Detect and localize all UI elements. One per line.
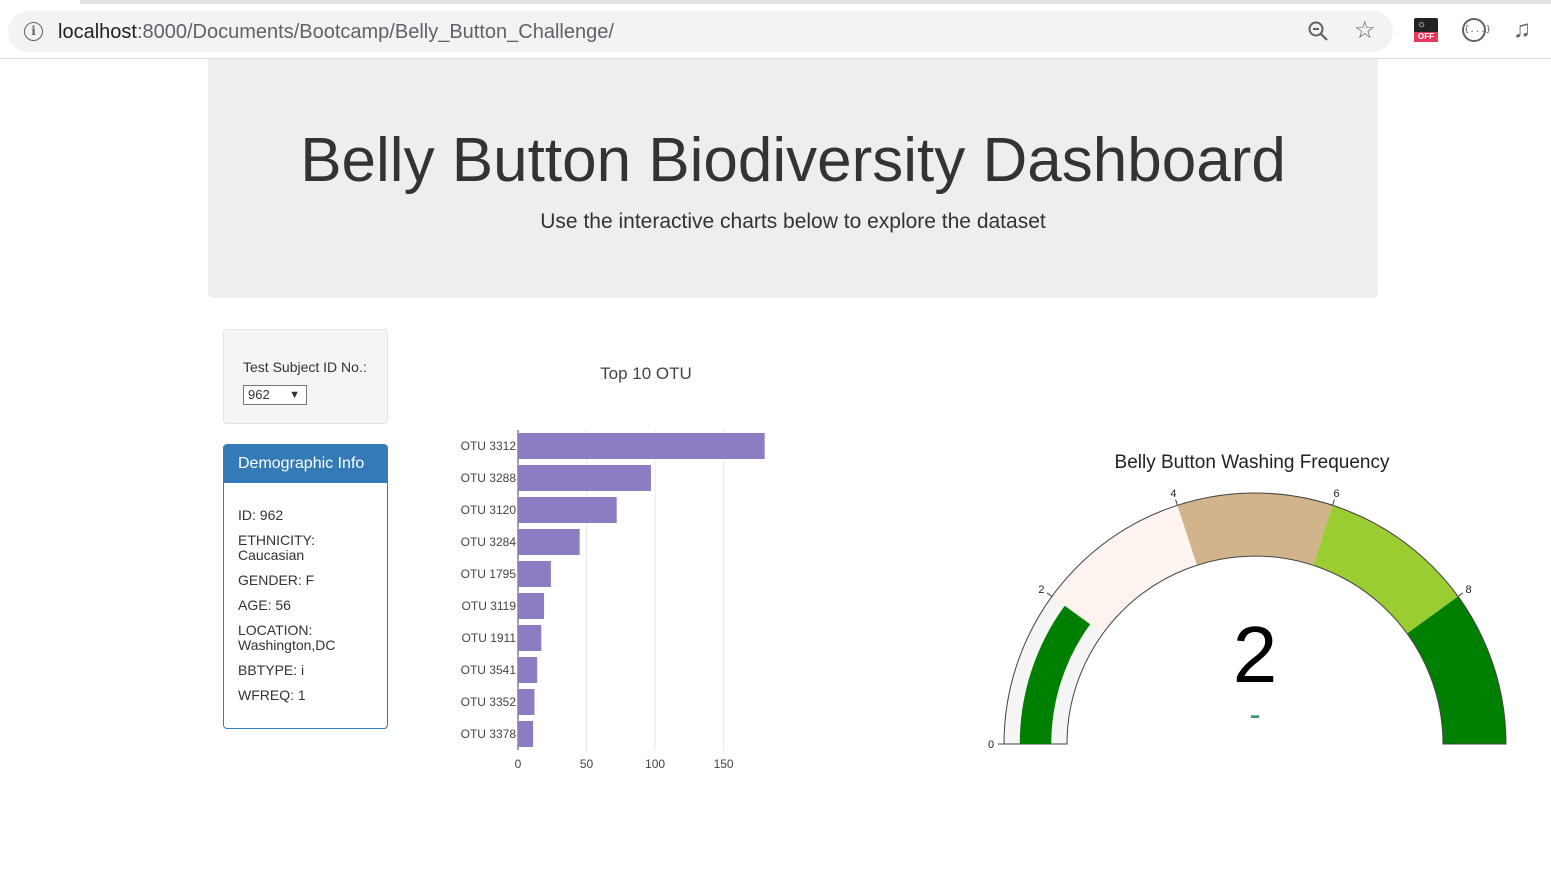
demographic-text: GENDER: F xyxy=(238,572,315,588)
bar xyxy=(518,465,651,491)
gauge-step xyxy=(1177,493,1333,566)
url-host: localhost xyxy=(58,21,137,43)
gauge-tick-label: 0 xyxy=(988,739,994,751)
off-badge: OFF xyxy=(1414,32,1438,42)
dropdown-arrow-icon[interactable]: ▼ xyxy=(289,386,300,404)
bar-category-label: OTU 3378 xyxy=(461,727,517,741)
browser-toolbar: i localhost:8000/Documents/Bootcamp/Bell… xyxy=(0,0,1551,59)
gauge-tick-label: 8 xyxy=(1466,584,1472,596)
demographic-row: BBTYPE: i xyxy=(238,663,387,678)
bar xyxy=(518,433,765,459)
bar xyxy=(518,529,580,555)
page-subtitle: Use the interactive charts below to expl… xyxy=(540,210,1046,233)
subject-selector-well: Test Subject ID No.: 962 ▼ xyxy=(223,329,388,424)
bar-category-label: OTU 3352 xyxy=(461,695,517,709)
gauge-title: Belly Button Washing Frequency xyxy=(1115,452,1390,473)
demographic-row: LOCATION: Washington,DC xyxy=(238,623,387,653)
site-info-icon[interactable]: i xyxy=(24,22,43,41)
jumbotron: Belly Button Biodiversity Dashboard Use … xyxy=(208,59,1378,298)
gauge-tick-label: 6 xyxy=(1334,488,1340,500)
sun-icon: ☼ xyxy=(1417,19,1427,30)
demographic-panel: Demographic Info ID: 962 ETHNICITY: Caucas… xyxy=(223,444,388,729)
bar-x-labels: 0 50 100 150 xyxy=(515,757,734,771)
demographic-row: WFREQ: 1 xyxy=(238,688,387,703)
bar xyxy=(518,561,551,587)
bar-y-labels: OTU 3312 OTU 3288 OTU 3120 OTU 3284 OTU 1795… xyxy=(461,439,517,741)
extension-json-icon[interactable]: {...} xyxy=(1462,18,1491,42)
url-path: :8000/Documents/Bootcamp/Belly_Button_Ch… xyxy=(136,21,614,43)
gauge-tick xyxy=(1457,592,1464,597)
bar xyxy=(518,689,535,715)
gauge-tick-label: 2 xyxy=(1038,584,1044,596)
demographic-text: ID: 962 xyxy=(238,507,284,523)
demographic-text: Caucasian xyxy=(238,547,305,563)
demographic-text: ETHNICITY: xyxy=(238,532,316,548)
bar-category-label: OTU 3312 xyxy=(461,439,517,453)
zoom-icon[interactable] xyxy=(1306,19,1330,43)
gauge-delta: - xyxy=(1249,696,1260,734)
gauge-tick xyxy=(1332,499,1335,506)
bar xyxy=(518,593,545,619)
bar-category-label: OTU 3541 xyxy=(461,663,517,677)
demographic-text: BBTYPE: i xyxy=(238,662,305,678)
demographic-text: WFREQ: 1 xyxy=(238,687,306,703)
bar-category-label: OTU 3120 xyxy=(461,503,517,517)
bar-category-label: OTU 1911 xyxy=(462,631,517,645)
address-bar[interactable]: i localhost:8000/Documents/Bootcamp/Bell… xyxy=(8,11,1393,52)
subject-id-select[interactable]: 962 ▼ xyxy=(243,385,307,405)
bar xyxy=(518,657,538,683)
demographic-text: LOCATION: xyxy=(238,622,313,638)
selector-label: Test Subject ID No.: xyxy=(243,359,367,375)
active-tab[interactable] xyxy=(0,0,80,4)
bar-category-label: OTU 3288 xyxy=(461,471,517,485)
gauge-tick xyxy=(1175,499,1178,506)
bar-x-tick-label: 50 xyxy=(580,757,594,771)
bar-x-tick-label: 150 xyxy=(714,757,734,771)
gauge-value-number: 2 xyxy=(1233,610,1278,699)
music-note-icon[interactable]: ♫ xyxy=(1510,18,1534,42)
url-text[interactable]: localhost:8000/Documents/Bootcamp/Belly_… xyxy=(58,20,614,44)
bar xyxy=(518,721,534,747)
bar xyxy=(518,497,617,523)
demographic-row: GENDER: F xyxy=(238,573,387,588)
demographic-body: ID: 962 ETHNICITY: Caucasian GENDER: F AGE: … xyxy=(224,483,387,703)
bar xyxy=(518,625,542,651)
washing-frequency-gauge: Belly Button Washing Frequency 0 2 4 6 8 2 - xyxy=(988,452,1507,751)
panel-title: Demographic Info xyxy=(224,445,387,483)
demographic-row: AGE: 56 xyxy=(238,598,387,613)
gauge-tick-label: 4 xyxy=(1170,488,1176,500)
bar-marks xyxy=(518,433,765,747)
bar-category-label: OTU 3284 xyxy=(461,535,517,549)
bar-category-label: OTU 1795 xyxy=(461,567,517,581)
demographic-text: Washington,DC xyxy=(238,637,336,653)
demographic-row: ID: 962 xyxy=(238,508,387,523)
bar-chart-title: Top 10 OTU xyxy=(600,364,692,383)
tab-strip xyxy=(0,0,1551,4)
demographic-text: AGE: 56 xyxy=(238,597,291,613)
bookmark-star-icon[interactable]: ☆ xyxy=(1354,17,1376,45)
bar-x-tick-label: 0 xyxy=(515,757,522,771)
bar-x-tick-label: 100 xyxy=(645,757,665,771)
page-title: Belly Button Biodiversity Dashboard xyxy=(300,126,1286,195)
top10-otu-bar-chart: Top 10 OTU OTU 3312OTU 3288OTU 3120OTU 3… xyxy=(461,364,765,771)
demographic-row: ETHNICITY: Caucasian xyxy=(238,533,387,563)
gauge-tick xyxy=(1046,592,1053,597)
extension-dark-mode-icon[interactable]: ☼ OFF xyxy=(1414,18,1438,42)
bar-category-label: OTU 3119 xyxy=(462,599,517,613)
subject-id-value: 962 xyxy=(248,387,270,402)
